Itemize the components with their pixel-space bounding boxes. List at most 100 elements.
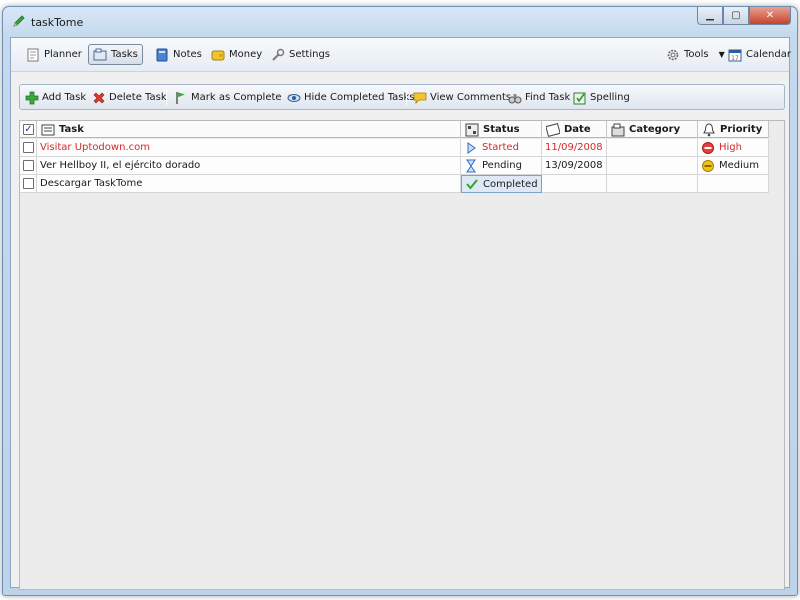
nav-money-label: Money bbox=[229, 49, 263, 60]
category-column-icon bbox=[611, 123, 625, 137]
table-row-status[interactable]: Pending bbox=[461, 157, 542, 175]
nav-settings[interactable]: Settings bbox=[266, 44, 335, 65]
spelling-button[interactable]: Spelling bbox=[573, 89, 630, 106]
notes-icon bbox=[155, 48, 169, 62]
maximize-button[interactable]: ▢ bbox=[723, 7, 749, 25]
toolbar-divider bbox=[166, 89, 167, 106]
nav-settings-label: Settings bbox=[289, 49, 331, 60]
toolbar-divider bbox=[406, 89, 407, 106]
wrench-icon bbox=[271, 48, 285, 62]
status-text: Completed bbox=[483, 178, 538, 190]
column-header-status[interactable]: Status bbox=[461, 121, 542, 138]
eye-icon bbox=[287, 91, 301, 105]
nav-notes[interactable]: Notes bbox=[150, 44, 207, 65]
close-icon: ✕ bbox=[765, 10, 775, 21]
window-controls: ▁ ▢ ✕ bbox=[697, 7, 791, 26]
column-header-priority[interactable]: Priority bbox=[698, 121, 769, 138]
table-row-priority[interactable]: High bbox=[698, 139, 769, 157]
table-row-task[interactable]: Visitar Uptodown.com bbox=[37, 139, 461, 157]
nav-tools[interactable]: Tools ▼ bbox=[661, 44, 730, 65]
bell-icon bbox=[702, 122, 716, 137]
view-comments-label: View Comments bbox=[430, 92, 512, 103]
title-bar[interactable]: taskTome ▁ ▢ ✕ bbox=[3, 7, 797, 37]
column-category-label: Category bbox=[629, 124, 681, 135]
table-row-task[interactable]: Ver Hellboy II, el ejército dorado bbox=[37, 157, 461, 175]
table-row-category[interactable] bbox=[607, 175, 698, 193]
high-priority-icon bbox=[701, 141, 715, 155]
mark-complete-label: Mark as Complete bbox=[191, 92, 282, 103]
status-text: Pending bbox=[482, 160, 522, 171]
medium-priority-icon bbox=[701, 159, 715, 173]
nav-planner[interactable]: Planner bbox=[21, 44, 87, 65]
table-row-checkbox-cell bbox=[20, 139, 37, 157]
find-task-button[interactable]: Find Task bbox=[508, 89, 570, 106]
table-row-checkbox-cell bbox=[20, 157, 37, 175]
date-text: 11/09/2008 bbox=[545, 142, 603, 153]
column-priority-label: Priority bbox=[720, 124, 763, 135]
nav-calendar-label: Calendar bbox=[746, 49, 791, 60]
checkmark-icon bbox=[465, 177, 479, 191]
table-row-category[interactable] bbox=[607, 139, 698, 157]
flag-icon bbox=[174, 91, 188, 105]
task-toolbar: Add Task Delete Task Mark as Complete ▼ bbox=[19, 84, 785, 110]
table-row-status[interactable]: Completed bbox=[461, 175, 542, 193]
nav-tasks[interactable]: Tasks bbox=[88, 44, 143, 65]
planner-icon bbox=[26, 48, 40, 62]
minimize-button[interactable]: ▁ bbox=[697, 7, 723, 25]
view-comments-button[interactable]: View Comments bbox=[413, 89, 511, 106]
status-text: Started bbox=[482, 142, 519, 153]
delete-task-label: Delete Task bbox=[109, 92, 167, 103]
status-column-icon bbox=[465, 123, 479, 137]
date-column-icon bbox=[546, 122, 560, 137]
table-row-date[interactable] bbox=[542, 175, 607, 193]
hide-completed-label: Hide Completed Tasks bbox=[304, 92, 415, 103]
grid-header: Task Status Date bbox=[20, 121, 769, 138]
nav-money[interactable]: Money bbox=[206, 44, 267, 65]
delete-x-icon bbox=[92, 91, 106, 105]
app-window: taskTome ▁ ▢ ✕ Planner Tasks Notes Money… bbox=[2, 6, 798, 596]
task-column-icon bbox=[41, 123, 55, 137]
row-checkbox[interactable] bbox=[23, 142, 34, 153]
column-header-category[interactable]: Category bbox=[607, 121, 698, 138]
row-checkbox[interactable] bbox=[23, 160, 34, 171]
column-header-date[interactable]: Date bbox=[542, 121, 607, 138]
window-title: taskTome bbox=[31, 16, 84, 29]
table-row-task[interactable]: Descargar TaskTome bbox=[37, 175, 461, 193]
close-button[interactable]: ✕ bbox=[749, 7, 791, 25]
priority-text: High bbox=[719, 142, 742, 153]
svg-text:17: 17 bbox=[731, 55, 739, 62]
add-task-button[interactable]: Add Task bbox=[25, 89, 86, 106]
table-row-date[interactable]: 11/09/2008 bbox=[542, 139, 607, 157]
table-row-category[interactable] bbox=[607, 157, 698, 175]
spell-check-icon bbox=[573, 91, 587, 105]
select-all-check[interactable] bbox=[23, 124, 34, 135]
table-row-priority[interactable] bbox=[698, 175, 769, 193]
delete-task-button[interactable]: Delete Task bbox=[92, 89, 167, 106]
table-row-priority[interactable]: Medium bbox=[698, 157, 769, 175]
select-all-checkbox[interactable] bbox=[20, 121, 37, 138]
tasks-icon bbox=[93, 48, 107, 62]
nav-bar: Planner Tasks Notes Money Settings Tools… bbox=[11, 38, 791, 72]
nav-calendar[interactable]: 17 Calendar bbox=[723, 44, 796, 65]
task-grid: Task Status Date bbox=[19, 120, 785, 590]
play-icon bbox=[464, 141, 478, 155]
binoculars-icon bbox=[508, 91, 522, 105]
hourglass-icon bbox=[464, 159, 478, 173]
table-row-date[interactable]: 13/09/2008 bbox=[542, 157, 607, 175]
find-task-label: Find Task bbox=[525, 92, 571, 103]
column-task-label: Task bbox=[59, 124, 84, 135]
table-row-status[interactable]: Started bbox=[461, 139, 542, 157]
mark-complete-button[interactable]: Mark as Complete ▼ bbox=[174, 89, 295, 106]
calendar-icon: 17 bbox=[728, 48, 742, 62]
comment-icon bbox=[413, 91, 427, 105]
nav-planner-label: Planner bbox=[44, 49, 82, 60]
plus-icon bbox=[25, 91, 39, 105]
row-checkbox[interactable] bbox=[23, 178, 34, 189]
spelling-label: Spelling bbox=[590, 92, 630, 103]
date-text: 13/09/2008 bbox=[545, 160, 603, 171]
maximize-icon: ▢ bbox=[731, 10, 741, 21]
column-header-task[interactable]: Task bbox=[37, 121, 461, 138]
column-date-label: Date bbox=[564, 124, 591, 135]
nav-notes-label: Notes bbox=[173, 49, 202, 60]
hide-completed-button[interactable]: Hide Completed Tasks bbox=[287, 89, 415, 106]
